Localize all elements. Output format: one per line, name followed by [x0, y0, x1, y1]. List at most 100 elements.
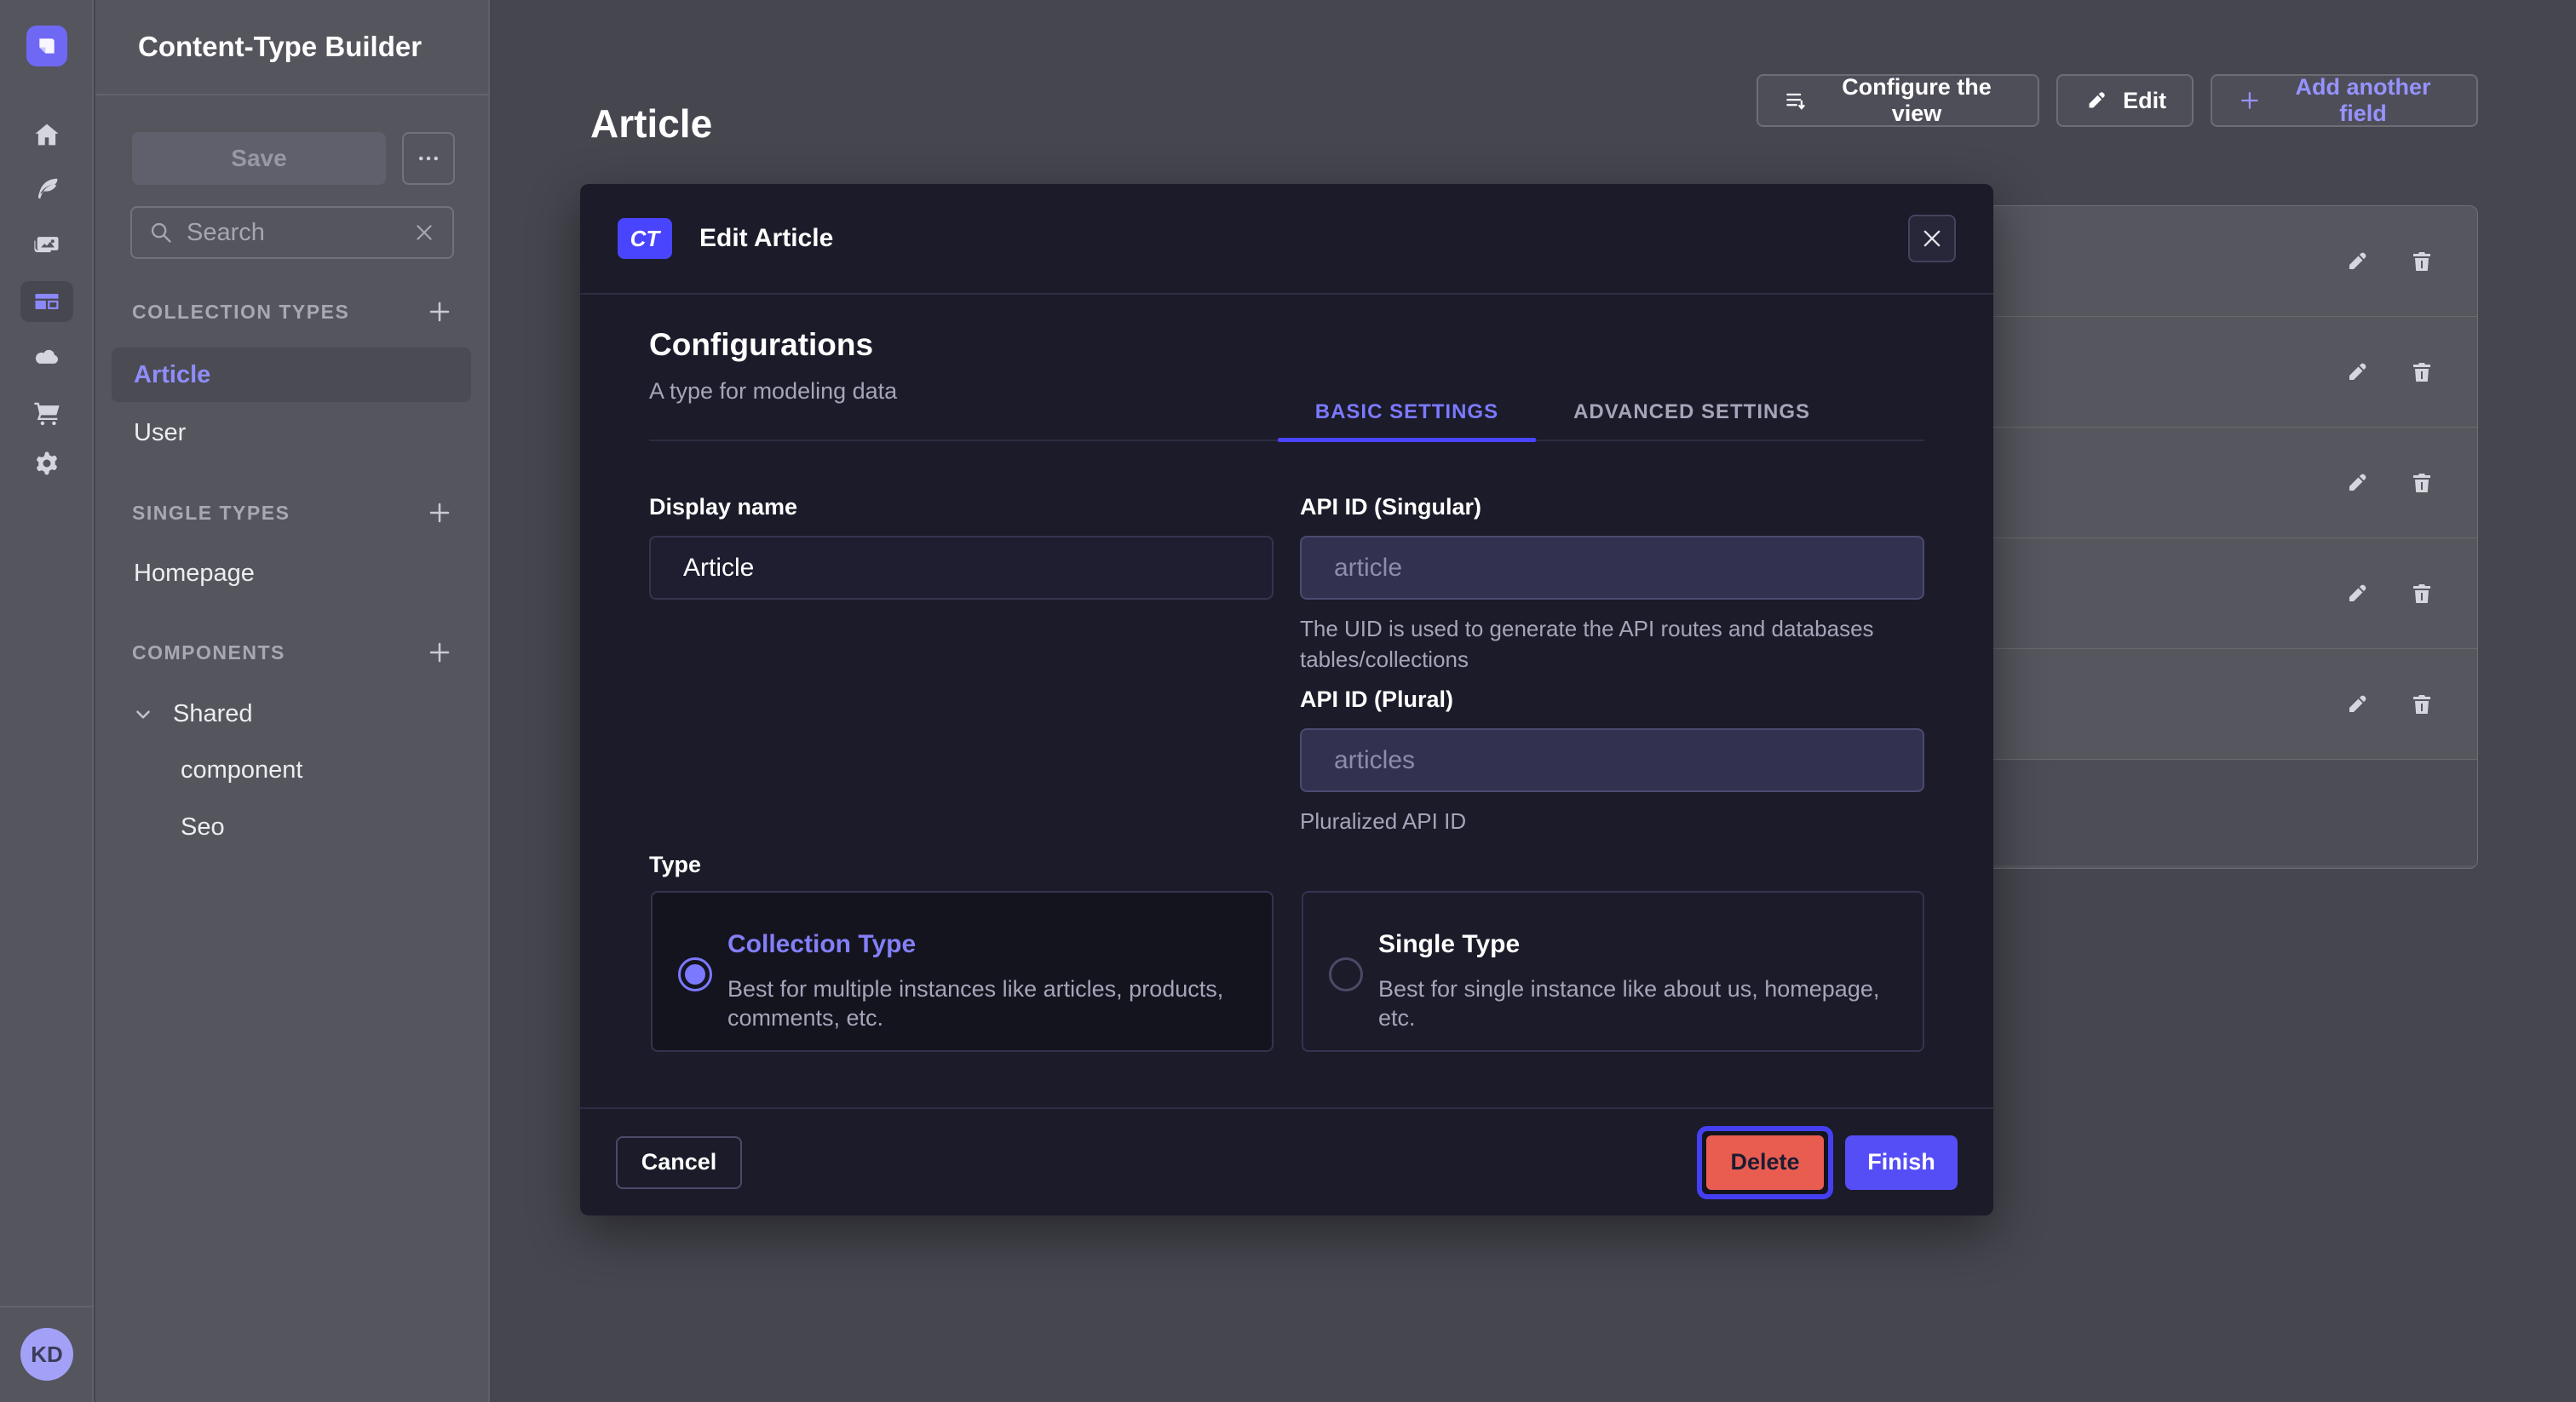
cancel-button[interactable]: Cancel [616, 1136, 742, 1189]
add-component-button[interactable] [425, 638, 454, 667]
collection-types-header: COLLECTION TYPES [132, 301, 349, 324]
settings-tabs: BASIC SETTINGS ADVANCED SETTINGS [1278, 385, 1848, 440]
pencil-icon [2343, 359, 2371, 386]
single-types-section: SINGLE TYPES [132, 498, 454, 527]
trash-icon [2408, 248, 2435, 275]
more-options-button[interactable] [402, 132, 455, 185]
pencil-icon [2343, 248, 2371, 275]
sidebar-divider [0, 1306, 94, 1307]
display-name-input[interactable] [649, 536, 1274, 600]
pencil-icon [2343, 580, 2371, 607]
configurations-title: Configurations [649, 327, 873, 363]
sidebar-item-article[interactable]: Article [112, 348, 471, 402]
content-type-badge: CT [618, 218, 672, 259]
content-type-builder-icon[interactable] [20, 281, 73, 322]
content-type-builder-panel: Content-Type Builder Save COLLECTION TYP… [95, 0, 490, 1402]
components-section: COMPONENTS [132, 638, 454, 667]
trash-icon [2408, 359, 2435, 386]
add-another-field-label: Add another field [2275, 74, 2451, 127]
edit-button[interactable]: Edit [2056, 74, 2194, 127]
delete-field-button[interactable] [2407, 690, 2436, 719]
clear-search-icon[interactable] [413, 221, 435, 244]
api-id-singular-field: API ID (Singular) The UID is used to gen… [1300, 494, 1924, 675]
component-group-shared[interactable]: Shared [132, 700, 253, 728]
edit-field-button[interactable] [2343, 468, 2372, 497]
sidebar-item-user[interactable]: User [112, 405, 471, 460]
tab-advanced-settings[interactable]: ADVANCED SETTINGS [1536, 385, 1848, 440]
page-title: Article [590, 101, 712, 147]
radio-selected-icon[interactable] [678, 957, 712, 991]
configure-view-button[interactable]: Configure the view [1757, 74, 2039, 127]
display-name-label: Display name [649, 494, 1274, 520]
tab-basic-settings[interactable]: BASIC SETTINGS [1278, 385, 1536, 440]
marketplace-cart-icon[interactable] [0, 388, 94, 436]
pencil-icon [2084, 88, 2109, 113]
search-icon [149, 221, 173, 244]
api-id-singular-label: API ID (Singular) [1300, 494, 1924, 520]
chevron-down-icon [132, 704, 154, 726]
plus-icon [427, 640, 452, 665]
edit-field-button[interactable] [2343, 358, 2372, 387]
sidebar-item-homepage[interactable]: Homepage [112, 546, 471, 600]
api-id-plural-label: API ID (Plural) [1300, 687, 1924, 713]
components-header: COMPONENTS [132, 641, 285, 664]
finish-button[interactable]: Finish [1845, 1135, 1958, 1190]
edit-label: Edit [2123, 88, 2166, 114]
add-collection-type-button[interactable] [425, 297, 454, 326]
cloud-icon[interactable] [0, 333, 94, 381]
modal-footer: Cancel Delete Finish [580, 1107, 1993, 1215]
modal-title: Edit Article [699, 224, 833, 253]
delete-button-highlight-ring: Delete [1697, 1126, 1833, 1199]
edit-field-button[interactable] [2343, 579, 2372, 608]
delete-button[interactable]: Delete [1706, 1135, 1824, 1190]
add-single-type-button[interactable] [425, 498, 454, 527]
settings-gear-icon[interactable] [0, 440, 94, 487]
user-avatar[interactable]: KD [20, 1328, 73, 1381]
configurations-subtitle: A type for modeling data [649, 378, 897, 405]
media-library-icon[interactable] [0, 220, 94, 267]
delete-field-button[interactable] [2407, 579, 2436, 608]
radio-unselected-icon[interactable] [1329, 957, 1363, 991]
trash-icon [2408, 691, 2435, 718]
edit-field-button[interactable] [2343, 690, 2372, 719]
collection-type-option[interactable]: Collection Type Best for multiple instan… [651, 891, 1274, 1052]
api-id-singular-input[interactable] [1300, 536, 1924, 600]
delete-field-button[interactable] [2407, 468, 2436, 497]
content-manager-feather-icon[interactable] [0, 164, 94, 212]
api-id-plural-helper: Pluralized API ID [1300, 806, 1896, 836]
plus-icon [427, 299, 452, 325]
api-id-plural-field: API ID (Plural) Pluralized API ID [1300, 687, 1924, 836]
trash-icon [2408, 580, 2435, 607]
display-name-field: Display name [649, 494, 1274, 600]
plus-icon [2238, 88, 2262, 113]
ellipsis-icon [416, 146, 441, 171]
footer-actions: Delete Finish [1697, 1126, 1958, 1199]
sidebar-item-component[interactable]: component [181, 756, 303, 784]
strapi-logo[interactable] [26, 26, 67, 66]
search-input[interactable] [187, 219, 400, 247]
collection-types-section: COLLECTION TYPES [132, 297, 454, 326]
api-id-singular-helper: The UID is used to generate the API rout… [1300, 613, 1896, 675]
configure-list-icon [1784, 88, 1808, 113]
pencil-icon [2343, 469, 2371, 497]
delete-field-button[interactable] [2407, 358, 2436, 387]
collection-type-description: Best for multiple instances like article… [727, 974, 1256, 1032]
edit-field-button[interactable] [2343, 247, 2372, 276]
main-nav-sidebar: KD [0, 0, 94, 1402]
subnav-header: Content-Type Builder [95, 0, 490, 95]
configurations-head: Configurations A type for modeling data … [649, 295, 1924, 441]
api-id-plural-input[interactable] [1300, 728, 1924, 792]
close-modal-button[interactable] [1908, 215, 1956, 262]
single-type-description: Best for single instance like about us, … [1378, 974, 1906, 1032]
edit-article-modal: CT Edit Article Configurations A type fo… [580, 184, 1993, 1215]
add-another-field-button[interactable]: Add another field [2211, 74, 2478, 127]
single-type-option[interactable]: Single Type Best for single instance lik… [1302, 891, 1924, 1052]
sidebar-item-seo[interactable]: Seo [181, 813, 225, 842]
delete-field-button[interactable] [2407, 247, 2436, 276]
trash-icon [2408, 469, 2435, 497]
search-box [130, 206, 454, 259]
home-icon[interactable] [0, 111, 94, 158]
close-icon [1920, 227, 1944, 250]
save-button[interactable]: Save [132, 132, 386, 185]
collection-type-title: Collection Type [727, 930, 916, 959]
